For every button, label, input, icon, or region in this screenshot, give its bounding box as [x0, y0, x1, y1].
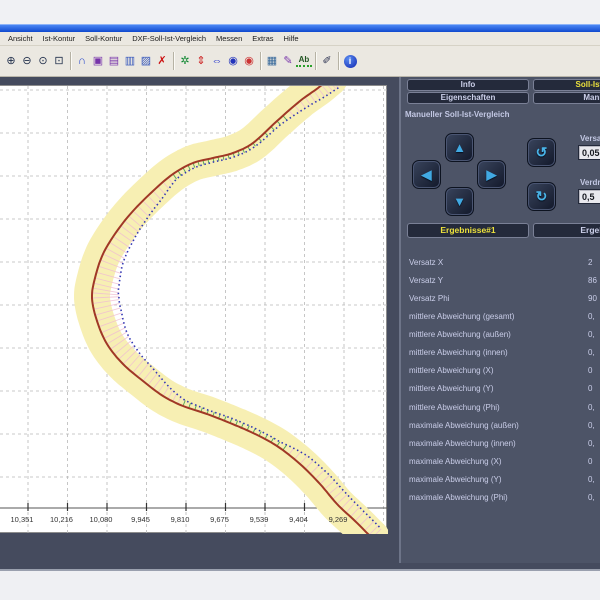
side-panel: Info Soll-Ist-Vergleich Eigenschaften Ma…	[399, 77, 600, 563]
result-row-value: 0	[588, 366, 592, 375]
info-icon[interactable]: i	[342, 52, 358, 70]
content-area: 10,351 10,216 10,080 9,945 9,810 9,675 9,539 9,…	[0, 77, 600, 570]
result-row-label: mittlere Abweichung (Phi)	[409, 403, 500, 412]
rotate-ccw-button[interactable]: ↺	[527, 138, 556, 167]
result-row-value: 86	[588, 276, 597, 285]
edit-ist-kontur-icon[interactable]: ▤	[106, 52, 122, 70]
result-row-label: Versatz Phi	[409, 294, 449, 303]
result-row-value: 0,	[588, 348, 595, 357]
result-row-label: mittlere Abweichung (gesamt)	[409, 312, 514, 321]
desktop-background	[0, 571, 600, 600]
versatz-input[interactable]: 0,05	[578, 145, 600, 160]
result-row-value: 0,	[588, 493, 595, 502]
result-row-value: 0	[588, 457, 592, 466]
tab-soll-ist-vergleich[interactable]: Soll-Ist-Vergleich	[533, 79, 600, 91]
search-kontur-icon[interactable]: ▨	[138, 52, 154, 70]
x-axis-tick-label: 9,945	[131, 515, 150, 524]
menu-item-hilfe[interactable]: Hilfe	[279, 32, 304, 45]
x-axis-tick-label: 9,404	[289, 515, 308, 524]
align-vertical-icon[interactable]: ⇕	[193, 52, 209, 70]
menu-item-dxf-soll-ist-vergleich[interactable]: DXF-Soll-Ist-Vergleich	[127, 32, 211, 45]
toolbar: ⊕⊖⊙⊡∩▣▤▥▨✗✲⇕⇔◉◉▦✎Ab✐i	[0, 46, 600, 77]
toolbar-separator	[173, 52, 174, 70]
x-axis-tick-label: 9,675	[210, 515, 229, 524]
signature-icon[interactable]: ✎	[280, 52, 296, 70]
verdrehung-input[interactable]: 0,5	[578, 189, 600, 204]
menu-item-extras[interactable]: Extras	[247, 32, 278, 45]
result-row-label: maximale Abweichung (Y)	[409, 475, 501, 484]
abc-dots-icon[interactable]: Ab	[296, 55, 312, 67]
title-bar[interactable]	[0, 24, 600, 32]
result-row-value: 0,	[588, 403, 595, 412]
tab-ergebnisse-1[interactable]: Ergebnisse#1	[407, 223, 529, 238]
result-row-value: 0,	[588, 421, 595, 430]
x-axis-tick-label: 10,216	[50, 515, 73, 524]
pointer-icon[interactable]: ✐	[319, 52, 335, 70]
zoom-window-icon[interactable]: ⊡	[51, 52, 67, 70]
delete-icon[interactable]: ✗	[154, 52, 170, 70]
load-ist-kontur-icon[interactable]: ▣	[90, 52, 106, 70]
menu-item-ist-kontur[interactable]: Ist-Kontur	[38, 32, 81, 45]
result-row-value: 90	[588, 294, 597, 303]
result-row-label: mittlere Abweichung (Y)	[409, 384, 493, 393]
globe-red-icon[interactable]: ◉	[241, 52, 257, 70]
x-axis-tick-label: 9,539	[250, 515, 269, 524]
report-icon[interactable]: ▦	[264, 52, 280, 70]
toolbar-separator	[260, 52, 261, 70]
align-horizontal-icon[interactable]: ⇔	[209, 52, 225, 70]
x-axis-tick-label: 9,810	[171, 515, 190, 524]
zoom-out-icon[interactable]: ⊖	[19, 52, 35, 70]
move-up-button[interactable]: ▲	[445, 133, 474, 162]
move-right-button[interactable]: ▶	[477, 160, 506, 189]
globe-blue-icon[interactable]: ◉	[225, 52, 241, 70]
move-ist-kontur-icon[interactable]: ▥	[122, 52, 138, 70]
info-icon-glyph: i	[344, 55, 357, 68]
versatz-label: Versatz	[580, 134, 600, 143]
application-window: AnsichtIst-KonturSoll-KonturDXF-Soll-Ist…	[0, 0, 600, 600]
result-row-value: 2	[588, 258, 592, 267]
contour-plot-svg: 10,351 10,216 10,080 9,945 9,810 9,675 9,539 9,…	[0, 86, 388, 534]
result-row-label: maximale Abweichung (X)	[409, 457, 501, 466]
toolbar-separator	[315, 52, 316, 70]
move-down-button[interactable]: ▼	[445, 187, 474, 216]
arc-icon[interactable]: ∩	[74, 52, 90, 70]
result-row-label: Versatz X	[409, 258, 443, 267]
soll-kontur-curve	[92, 86, 372, 534]
tab-ergebnisse-2[interactable]: Ergebnisse#2	[533, 223, 600, 238]
tab-eigenschaften[interactable]: Eigenschaften	[407, 92, 529, 104]
toolbar-separator	[70, 52, 71, 70]
x-axis-tick-label: 10,351	[11, 515, 34, 524]
zoom-in-icon[interactable]: ⊕	[3, 52, 19, 70]
result-row-value: 0	[588, 384, 592, 393]
menu-item-ansicht[interactable]: Ansicht	[3, 32, 38, 45]
x-axis-tick-label: 9,269	[329, 515, 348, 524]
result-row-label: mittlere Abweichung (innen)	[409, 348, 508, 357]
result-row-label: maximale Abweichung (außen)	[409, 421, 519, 430]
result-row-value: 0,	[588, 312, 595, 321]
menu-bar: AnsichtIst-KonturSoll-KonturDXF-Soll-Ist…	[0, 32, 600, 46]
compare-points-icon[interactable]: ✲	[177, 52, 193, 70]
contour-plot-canvas[interactable]: 10,351 10,216 10,080 9,945 9,810 9,675 9,539 9,…	[0, 85, 387, 533]
zoom-original-icon[interactable]: ⊙	[35, 52, 51, 70]
result-row-label: Versatz Y	[409, 276, 443, 285]
tab-info[interactable]: Info	[407, 79, 529, 91]
x-axis-tick-label: 10,080	[90, 515, 113, 524]
toolbar-separator	[338, 52, 339, 70]
menu-item-messen[interactable]: Messen	[211, 32, 247, 45]
tab-manipulation[interactable]: Manipulation	[533, 92, 600, 104]
section-title: Manueller Soll-Ist-Vergleich	[405, 110, 509, 119]
result-row-label: maximale Abweichung (innen)	[409, 439, 516, 448]
result-row-label: mittlere Abweichung (X)	[409, 366, 493, 375]
move-left-button[interactable]: ◀	[412, 160, 441, 189]
result-row-value: 0,	[588, 330, 595, 339]
rotate-cw-button[interactable]: ↻	[527, 182, 556, 211]
result-row-label: mittlere Abweichung (außen)	[409, 330, 511, 339]
verdrehung-label: Verdrehung	[580, 178, 600, 187]
result-row-value: 0,	[588, 439, 595, 448]
menu-item-soll-kontur[interactable]: Soll-Kontur	[80, 32, 127, 45]
result-row-label: maximale Abweichung (Phi)	[409, 493, 508, 502]
result-row-value: 0,	[588, 475, 595, 484]
